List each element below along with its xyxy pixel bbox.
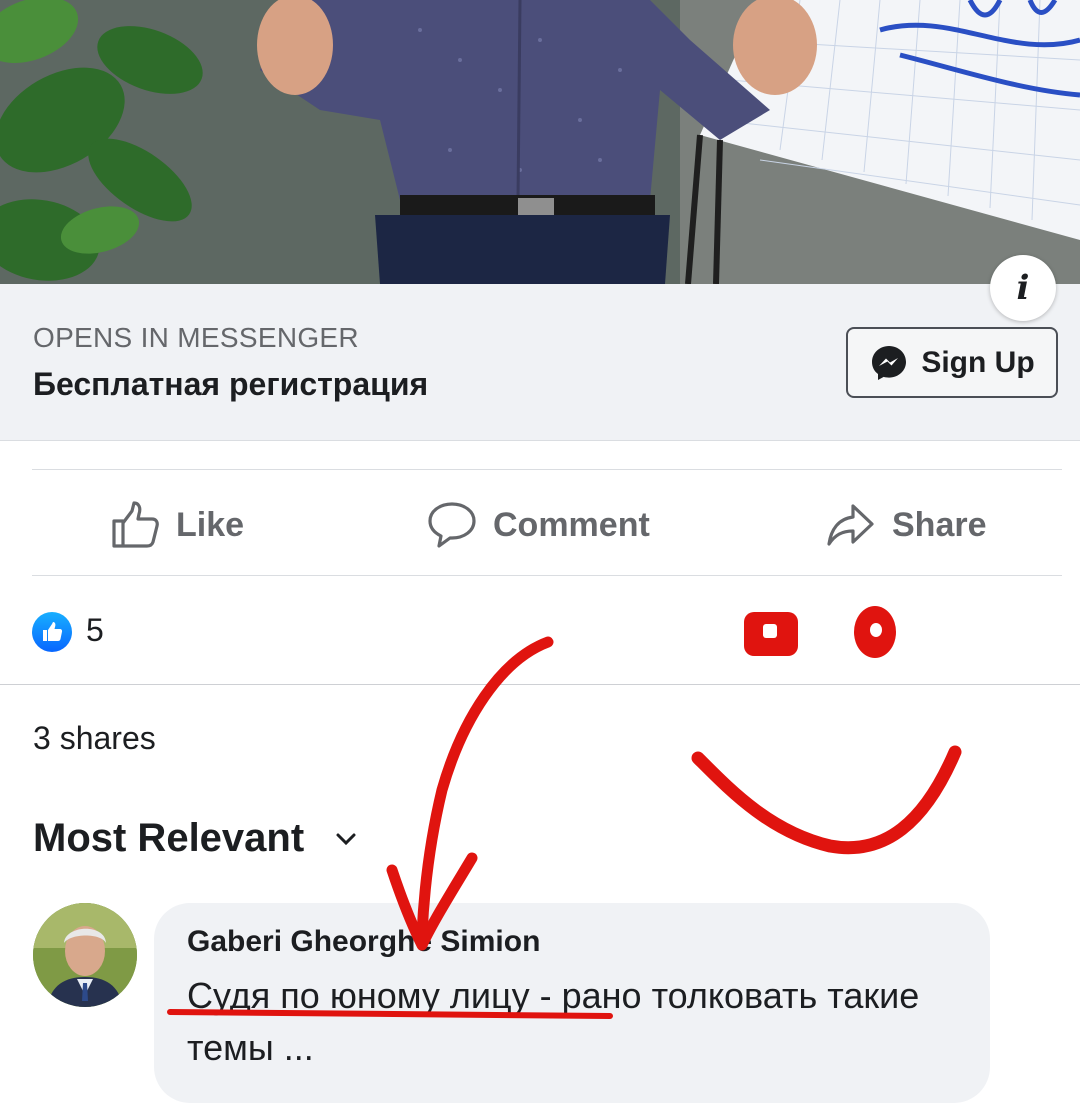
sign-up-button[interactable]: Sign Up	[846, 327, 1058, 398]
ad-media-illustration	[0, 0, 1080, 284]
share-icon	[827, 504, 874, 546]
share-label: Share	[892, 505, 987, 544]
like-icon	[112, 501, 159, 548]
comment-sort-dropdown[interactable]: Most Relevant	[33, 816, 358, 861]
like-button[interactable]: Like	[110, 500, 244, 550]
avatar-portrait	[33, 903, 137, 1007]
chevron-down-icon	[336, 833, 356, 845]
like-reaction-badge[interactable]	[32, 612, 72, 652]
like-label: Like	[176, 505, 245, 544]
info-icon: i	[1016, 268, 1030, 308]
thumbs-up-icon	[43, 622, 63, 641]
comment-author-avatar[interactable]	[33, 903, 137, 1007]
like-count[interactable]: 5	[86, 612, 104, 649]
comment-icon	[428, 502, 476, 548]
shares-count[interactable]: 3 shares	[33, 720, 156, 757]
divider	[32, 469, 1062, 470]
cta-caption: OPENS IN MESSENGER	[33, 322, 359, 353]
share-button[interactable]: Share	[826, 500, 987, 550]
divider	[32, 575, 1062, 576]
ad-media[interactable]	[0, 0, 1080, 284]
messenger-icon	[872, 345, 907, 380]
sign-up-label: Sign Up	[921, 345, 1035, 379]
comment-sort-label: Most Relevant	[33, 816, 305, 860]
ad-info-button[interactable]: i	[990, 255, 1056, 321]
ad-headline: Бесплатная регистрация	[33, 366, 429, 402]
comment-label: Comment	[493, 505, 650, 544]
comment-author-name[interactable]: Gaberi Gheorghe Simion	[187, 925, 540, 959]
comment-button[interactable]: Comment	[427, 500, 650, 550]
comment-text-highlighted: Судя по юному лицу	[187, 975, 530, 1016]
comment-text: Судя по юному лицу - рано толковать таки…	[187, 970, 977, 1074]
divider	[0, 684, 1080, 685]
